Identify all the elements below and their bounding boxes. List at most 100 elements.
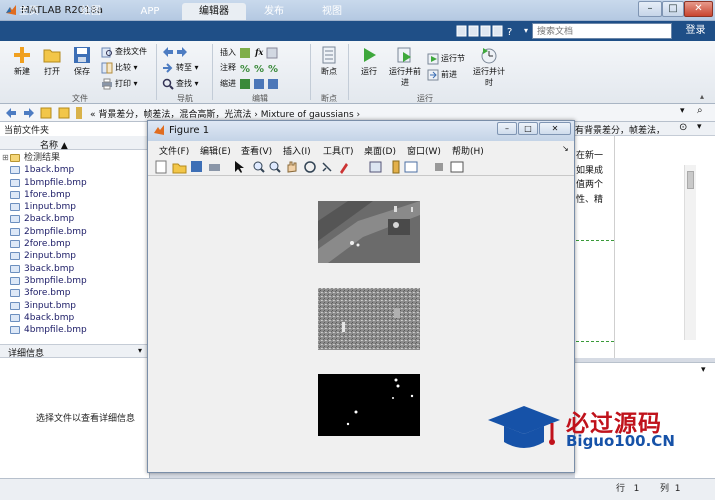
breakpoints-button[interactable]: 断点 [315,46,343,77]
menu-desktop[interactable]: 桌面(D) [364,144,396,157]
command-panel-collapse-icon[interactable]: ▾ [701,365,706,375]
figure-toolbar-icons[interactable] [155,160,470,174]
menu-window[interactable]: 窗口(W) [407,144,441,157]
svg-text:?: ? [507,27,512,38]
list-item[interactable]: 2back.bmp [8,213,148,225]
collapse-icon[interactable]: ▾ [138,346,142,355]
list-item[interactable]: 4back.bmp [8,312,148,324]
tab-view[interactable]: 视图 [310,3,354,20]
list-item[interactable]: 2bmpfile.bmp [8,226,148,238]
col-label: 列 [660,484,670,494]
menu-help[interactable]: 帮助(H) [452,144,484,157]
insert-button[interactable]: 插入 fx [220,45,280,59]
new-button[interactable]: 新建 [8,46,36,77]
minimize-button[interactable]: – [638,1,662,17]
run-and-time-button[interactable]: 运行并计时 [472,46,506,88]
figure-maximize-button[interactable]: □ [518,122,538,135]
advance-button[interactable]: 前进 [427,68,457,82]
search-documentation-input[interactable] [532,23,672,39]
open-label: 打开 [44,67,60,76]
tab-home[interactable]: 主页 [8,3,50,20]
list-item[interactable]: 4bmpfile.bmp [8,324,148,336]
editor-tab[interactable]: 有背景差分，帧差法， [575,123,665,136]
cell-dropdown-icon [266,47,278,58]
editor-line: 在新一 [576,151,604,161]
address-dropdown-icon[interactable]: ▾ [680,106,685,116]
run-button[interactable]: 运行 [355,46,383,77]
bmp-file-icon [10,301,20,310]
maximize-button[interactable]: □ [662,1,684,17]
back-forward-buttons[interactable] [162,45,190,59]
list-item[interactable]: 1back.bmp [8,164,148,176]
print-button[interactable]: 打印 ▾ [101,77,138,91]
fx-label[interactable]: fx [255,47,263,57]
goto-button[interactable]: 转至 ▾ [162,61,199,75]
run-section-button[interactable]: 运行节 [427,52,465,66]
menubar-dock-icon[interactable]: ↘ [562,144,569,153]
file-name: 3input.bmp [24,300,76,311]
indent-button[interactable]: 缩进 [220,77,281,91]
list-item[interactable]: 1bmpfile.bmp [8,177,148,189]
status-bar [0,478,715,500]
menu-edit[interactable]: 编辑(E) [200,144,231,157]
status-row: 行 1 [616,481,639,494]
name-column-header[interactable]: 名称 ▲ [40,138,68,151]
compare-button[interactable]: 比较 ▾ [101,61,138,75]
menu-file[interactable]: 文件(F) [159,144,189,157]
quick-access-toolbar[interactable]: ? [455,23,520,39]
tab-editor[interactable]: 编辑器 [182,3,246,20]
collapse-toolstrip-icon[interactable]: ▴ [700,90,704,104]
details-header[interactable]: 详细信息 ▾ [0,344,150,359]
folder-item[interactable]: 检测结果 ⊞ [2,152,148,164]
figure-title: Figure 1 [169,125,210,136]
list-item[interactable]: 2fore.bmp [8,238,148,250]
save-button[interactable]: 保存 [68,46,96,77]
list-item[interactable]: 3input.bmp [8,300,148,312]
editor-line: 性、精 [576,194,604,205]
menu-view[interactable]: 查看(V) [241,144,272,157]
watermark-url: Biguo100.CN [566,432,675,450]
menu-insert[interactable]: 插入(I) [283,144,311,157]
group-separator [348,44,349,100]
open-button[interactable]: 打开 [38,46,66,77]
login-button[interactable]: 登录 [676,21,715,41]
row-label: 行 [616,484,626,494]
find-button[interactable]: 查找 ▾ [162,77,199,91]
list-item[interactable]: 3back.bmp [8,263,148,275]
svg-text:%: % [268,64,278,74]
editor-line: 如果成 [576,165,604,176]
col-value: 1 [674,484,681,494]
panel-collapse-icon[interactable]: ▾ [697,122,702,132]
address-path[interactable]: « 背景差分，帧差法，混合高斯，光流法 › Mixture of gaussia… [90,107,360,120]
comment-button[interactable]: 注释 %%% [220,61,281,75]
figure-close-button[interactable]: ✕ [539,122,571,135]
address-nav-icons[interactable] [4,106,88,120]
panel-action-icon[interactable]: ⊙ [679,122,687,133]
run-label: 运行 [361,67,377,76]
editor-scrollbar[interactable] [684,165,696,340]
breakpoints-group-label: 断点 [321,94,337,103]
figure-minimize-button[interactable]: – [497,122,517,135]
tab-publish[interactable]: 发布 [252,3,296,20]
tab-apps[interactable]: APP [128,3,172,20]
figure-matlab-icon [154,125,164,135]
menu-tools[interactable]: 工具(T) [323,144,354,157]
search-dropdown-icon[interactable]: ▾ [520,23,532,39]
find-files-button[interactable]: 查找文件 [101,45,147,59]
list-item[interactable]: 1input.bmp [8,201,148,213]
list-item[interactable]: 2input.bmp [8,250,148,262]
close-button[interactable]: ✕ [684,1,713,17]
save-disk-icon [74,47,90,63]
navigate-group-label: 导航 [177,94,193,103]
list-item[interactable]: 3fore.bmp [8,287,148,299]
run-section-label: 运行节 [441,54,465,63]
expand-icon[interactable]: ⊞ [2,152,9,164]
list-item[interactable]: 1fore.bmp [8,189,148,201]
scrollbar-thumb[interactable] [687,171,694,189]
tab-plots[interactable]: 绘图 [70,3,112,20]
run-and-advance-button[interactable]: 运行并前进 [388,46,422,88]
address-search-icon[interactable]: ⌕ [697,105,703,116]
group-separator [156,44,157,100]
run-section-icon [427,53,439,64]
list-item[interactable]: 3bmpfile.bmp [8,275,148,287]
